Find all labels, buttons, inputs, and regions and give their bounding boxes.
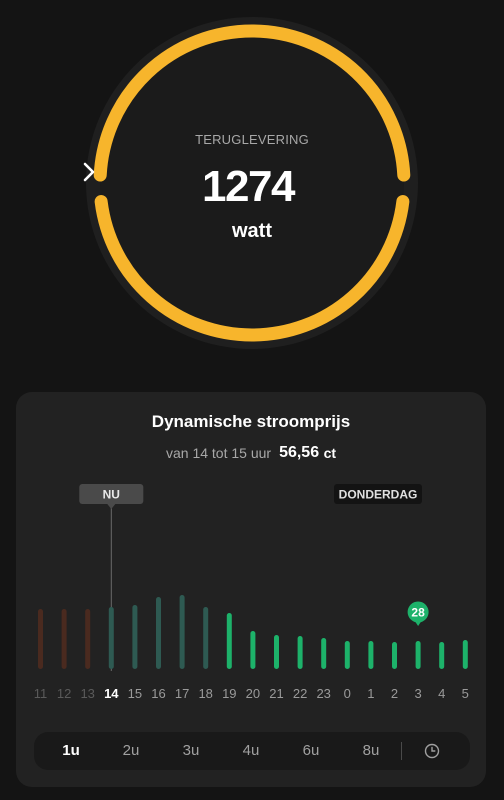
gauge-value-button[interactable]: 1274 <box>83 162 421 212</box>
hour-label-4: 4 <box>438 686 445 701</box>
hour-label-17: 17 <box>175 686 189 701</box>
gauge-unit: watt <box>232 220 272 242</box>
price-card: Dynamische stroomprijs van 14 tot 15 uur… <box>16 392 486 787</box>
hour-label-1: 1 <box>367 686 374 701</box>
tab-6u[interactable]: 6u <box>291 732 331 770</box>
hour-label-14: 14 <box>104 686 119 701</box>
now-badge-label: NU <box>103 488 120 502</box>
tab-1u[interactable]: 1u <box>51 732 91 770</box>
tab-3u[interactable]: 3u <box>171 732 211 770</box>
tabs-divider <box>401 742 402 760</box>
hour-label-12: 12 <box>57 686 71 701</box>
tab-2u[interactable]: 2u <box>111 732 151 770</box>
hour-label-20: 20 <box>246 686 260 701</box>
hour-label-19: 19 <box>222 686 236 701</box>
hour-label-16: 16 <box>151 686 165 701</box>
lowest-price-bubble-label: 28 <box>411 606 425 620</box>
gauge-label: TERUGLEVERING <box>195 132 309 147</box>
tab-4u[interactable]: 4u <box>231 732 271 770</box>
clock-icon[interactable] <box>424 743 440 759</box>
price-chart: 11 12 13 14 15 16 17 18 19 20 21 22 23 0 1 2 3 4 5NU DONDER… <box>34 484 469 701</box>
hour-label-15: 15 <box>128 686 142 701</box>
hour-label-2: 2 <box>391 686 398 701</box>
hour-label-11: 11 <box>34 686 48 701</box>
hour-label-23: 23 <box>316 686 330 701</box>
hour-label-5: 5 <box>462 686 469 701</box>
power-gauge: TERUGLEVERING 1274 watt <box>83 14 421 352</box>
gauge-value: 1274 <box>202 162 295 211</box>
hour-label-0: 0 <box>344 686 351 701</box>
now-badge-pointer <box>107 504 116 509</box>
day-badge-label: DONDERDAG <box>339 488 418 502</box>
hour-label-3: 3 <box>414 686 421 701</box>
tab-8u[interactable]: 8u <box>351 732 391 770</box>
hour-label-21: 21 <box>269 686 283 701</box>
lowest-price-bubble-pointer <box>414 620 423 626</box>
hour-label-18: 18 <box>198 686 212 701</box>
period-tabs: 1u 2u 3u 4u 6u 8u <box>34 732 470 770</box>
hour-label-13: 13 <box>80 686 94 701</box>
hour-label-22: 22 <box>293 686 307 701</box>
